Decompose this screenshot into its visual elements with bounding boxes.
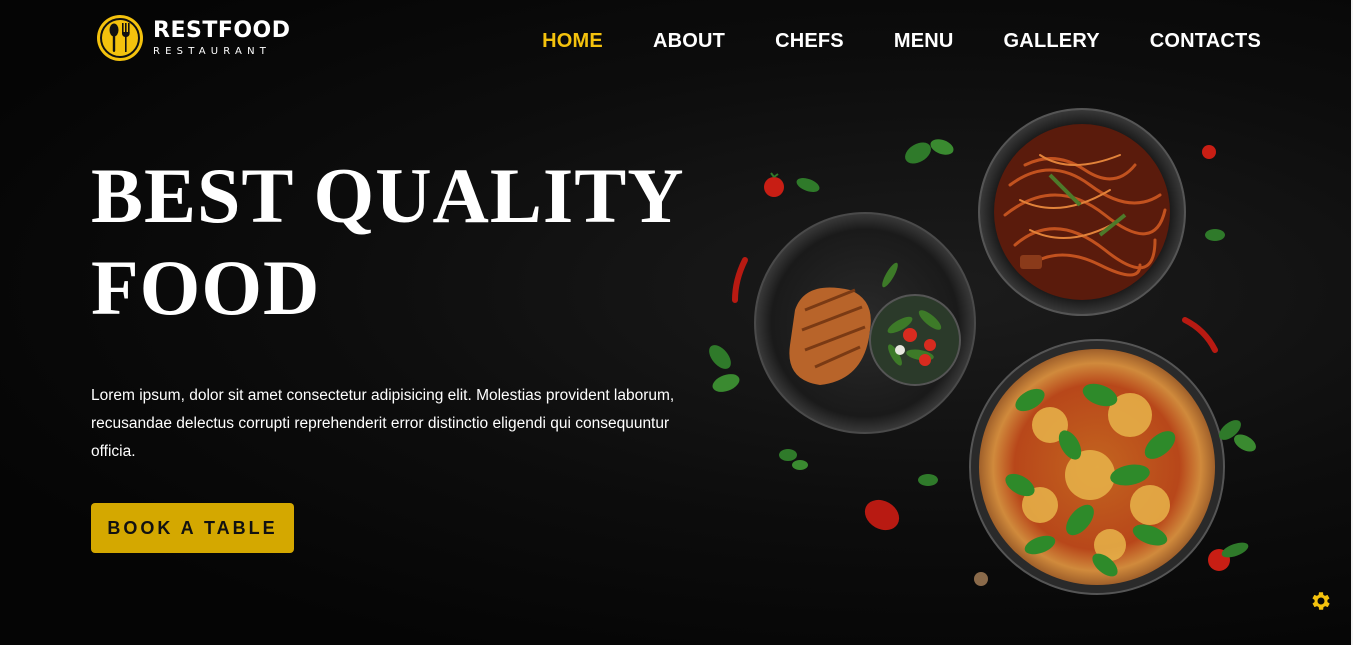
book-table-button[interactable]: BOOK A TABLE: [91, 503, 294, 553]
nav-about[interactable]: ABOUT: [653, 30, 725, 53]
hero-description: Lorem ipsum, dolor sit amet consectetur …: [91, 387, 675, 460]
food-illustration: [709, 108, 1256, 595]
nav-gallery[interactable]: GALLERY: [1004, 30, 1100, 53]
hero-title-line2: FOOD: [91, 244, 321, 331]
brand-name: RESTFOOD: [153, 17, 291, 43]
brand-text: RESTFOOD RESTAURANT: [153, 17, 291, 57]
hero-title-line1: BEST QUALITY: [91, 152, 685, 239]
page: RESTFOOD RESTAURANT HOME ABOUT CHEFS MEN…: [0, 0, 1353, 645]
steak-plate: [754, 212, 976, 434]
noodle-bowl: [978, 108, 1186, 316]
hero-title: BEST QUALITY FOOD: [91, 150, 731, 334]
nav-menu[interactable]: MENU: [894, 30, 954, 53]
main-nav: HOME ABOUT CHEFS MENU GALLERY CONTACTS: [542, 30, 1261, 53]
brand-tagline: RESTAURANT: [153, 45, 272, 57]
nav-contacts[interactable]: CONTACTS: [1150, 30, 1261, 53]
nav-chefs[interactable]: CHEFS: [775, 30, 844, 53]
brand-logo[interactable]: RESTFOOD RESTAURANT: [95, 13, 291, 63]
nav-home[interactable]: HOME: [542, 30, 603, 53]
spoon-fork-icon: [97, 15, 143, 61]
gear-icon[interactable]: [1309, 589, 1333, 613]
pizza: [969, 339, 1225, 595]
